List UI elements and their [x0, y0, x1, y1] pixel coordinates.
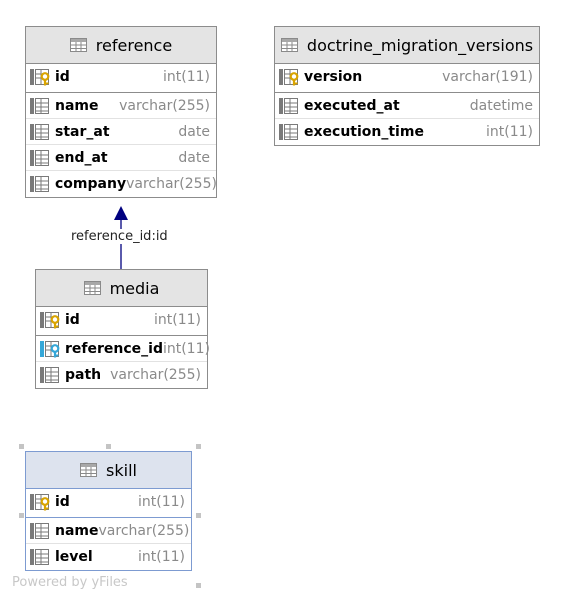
primary-key-rows: version varchar(191): [275, 64, 539, 90]
column-row-id[interactable]: id int(11): [26, 64, 216, 90]
selection-handle[interactable]: [19, 444, 24, 449]
column-type: int(11): [163, 69, 210, 85]
primary-key-rows: id int(11): [26, 489, 191, 515]
column-name: name: [55, 522, 99, 539]
column-icon: [30, 123, 49, 140]
column-type: date: [178, 149, 210, 166]
column-row-execution-time[interactable]: execution_time int(11): [275, 119, 539, 145]
column-type: varchar(191): [442, 69, 533, 85]
column-name: reference_id: [65, 340, 163, 357]
watermark: Powered by yFiles: [12, 575, 128, 590]
foreign-key-icon: [40, 339, 60, 358]
column-row-name[interactable]: name varchar(255): [26, 518, 191, 544]
table-doctrine-migration-versions[interactable]: doctrine_migration_versions version varch…: [274, 26, 540, 146]
primary-key-icon: [30, 68, 50, 86]
table-title: doctrine_migration_versions: [306, 35, 534, 55]
column-type: date: [178, 123, 210, 140]
primary-key-rows: id int(11): [36, 307, 207, 333]
column-name: level: [55, 549, 93, 565]
relation-arrowhead: [114, 206, 128, 220]
column-row-id[interactable]: id int(11): [26, 489, 191, 515]
column-name: id: [65, 312, 80, 328]
column-rows: name varchar(255) level int(11): [26, 518, 191, 570]
primary-key-icon: [30, 493, 50, 511]
table-header[interactable]: doctrine_migration_versions: [275, 27, 539, 64]
column-icon: [30, 548, 49, 566]
table-title: reference: [95, 35, 173, 55]
relation-label: reference_id:id: [70, 229, 169, 244]
column-type: int(11): [154, 312, 201, 328]
column-name: end_at: [55, 149, 108, 166]
table-icon: [69, 38, 87, 52]
column-row-id[interactable]: id int(11): [36, 307, 207, 333]
table-skill[interactable]: skill id int(11) name varchar(255) level int…: [25, 451, 192, 571]
table-icon: [83, 281, 101, 295]
column-name: company: [55, 176, 127, 192]
column-name: path: [65, 367, 102, 383]
primary-key-rows: id int(11): [26, 64, 216, 90]
primary-key-icon: [40, 311, 60, 329]
column-name: star_at: [55, 123, 110, 140]
column-type: varchar(255): [110, 367, 201, 383]
table-icon: [280, 38, 298, 52]
column-row-path[interactable]: path varchar(255): [36, 362, 207, 388]
selection-handle[interactable]: [19, 513, 24, 518]
column-name: executed_at: [304, 97, 400, 114]
column-type: varchar(255): [98, 522, 190, 539]
selection-handle[interactable]: [196, 444, 201, 449]
column-rows: executed_at datetime execution_time int(11): [275, 93, 539, 145]
selection-handle[interactable]: [196, 583, 201, 588]
table-reference[interactable]: reference id int(11) name varchar(255) star…: [25, 26, 217, 198]
column-icon: [30, 149, 49, 166]
column-name: id: [55, 494, 70, 510]
column-type: int(11): [138, 549, 185, 565]
table-header[interactable]: media: [36, 270, 207, 307]
column-row-level[interactable]: level int(11): [26, 544, 191, 570]
column-row-reference-id[interactable]: reference_id int(11): [36, 336, 210, 362]
column-row-end-at[interactable]: end_at date: [26, 145, 216, 171]
column-type: varchar(255): [119, 97, 210, 114]
column-name: id: [55, 69, 70, 85]
column-type: int(11): [486, 124, 533, 140]
table-title: media: [109, 278, 160, 298]
column-type: int(11): [138, 494, 185, 510]
column-rows: name varchar(255) star_at date end_at date com…: [26, 93, 217, 197]
column-name: execution_time: [304, 124, 424, 140]
table-header[interactable]: skill: [26, 452, 191, 489]
column-type: int(11): [162, 340, 210, 357]
column-icon: [279, 97, 298, 114]
column-icon: [30, 522, 49, 539]
column-icon: [279, 123, 298, 141]
selection-handle[interactable]: [106, 444, 111, 449]
column-icon: [40, 366, 59, 384]
column-row-version[interactable]: version varchar(191): [275, 64, 539, 90]
column-row-company[interactable]: company varchar(255): [26, 171, 217, 197]
table-title: skill: [106, 460, 137, 480]
column-name: name: [55, 97, 99, 114]
column-type: varchar(255): [126, 176, 217, 192]
column-type: datetime: [469, 97, 533, 114]
table-icon: [80, 463, 98, 477]
primary-key-icon: [279, 68, 299, 86]
column-icon: [30, 175, 49, 193]
column-rows: reference_id int(11) path varchar(255): [36, 336, 210, 388]
selection-handle[interactable]: [196, 513, 201, 518]
column-row-executed-at[interactable]: executed_at datetime: [275, 93, 539, 119]
column-row-name[interactable]: name varchar(255): [26, 93, 216, 119]
column-icon: [30, 97, 49, 114]
column-row-star-at[interactable]: star_at date: [26, 119, 216, 145]
table-media[interactable]: media id int(11) reference_id int(11) path v…: [35, 269, 210, 389]
table-header[interactable]: reference: [26, 27, 216, 64]
column-name: version: [304, 69, 363, 85]
